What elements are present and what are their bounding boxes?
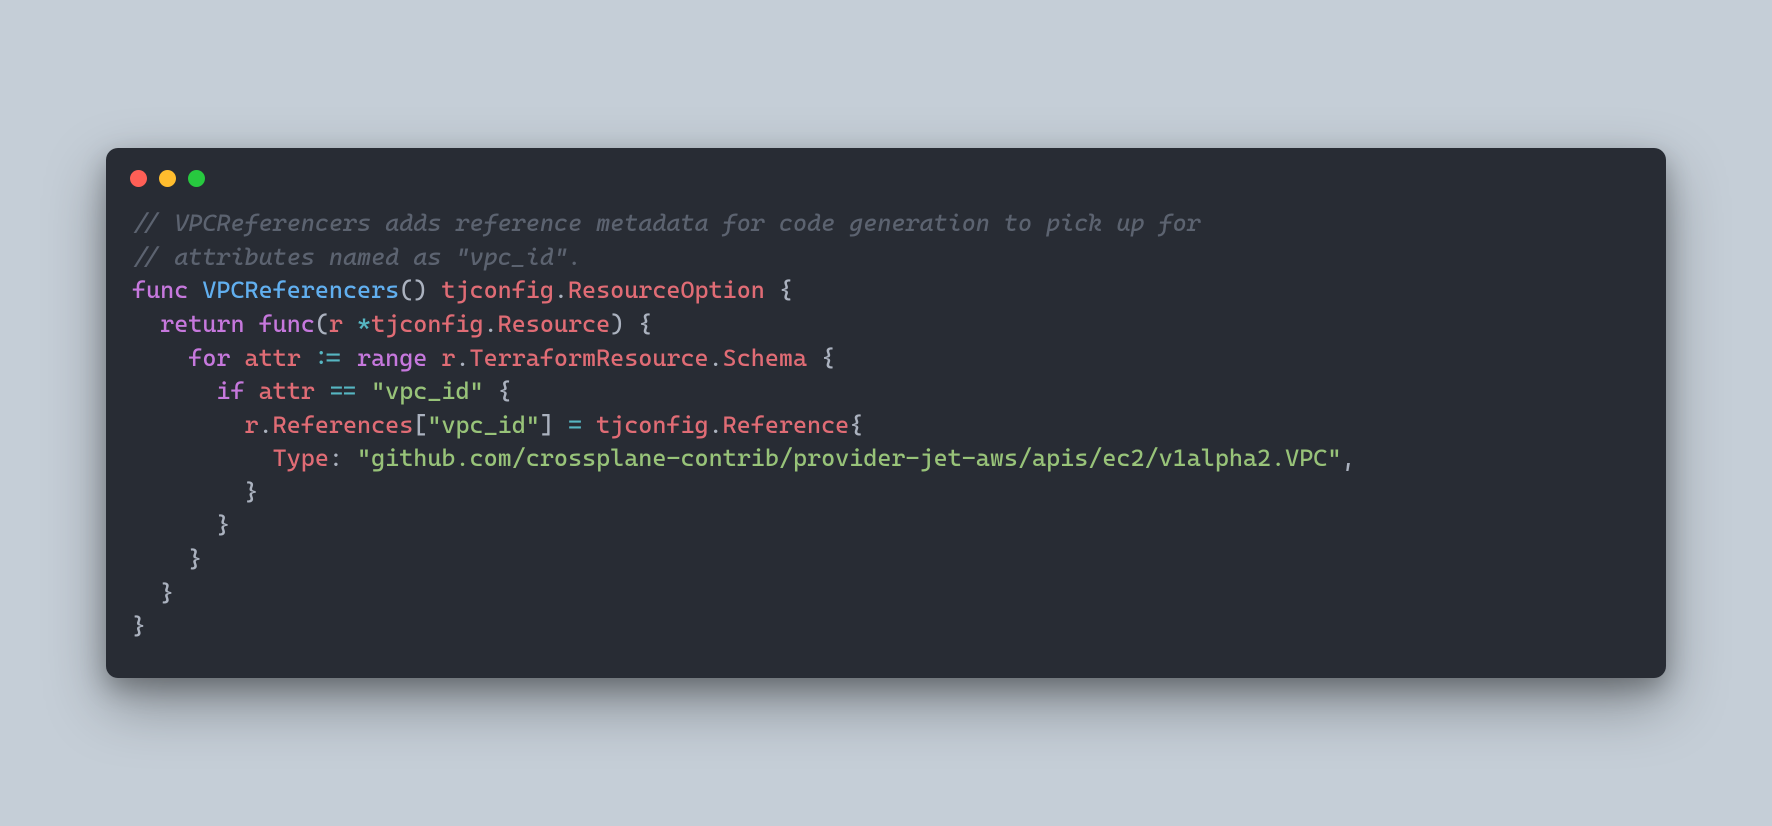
brace-close: } [132, 545, 202, 573]
minimize-icon[interactable] [159, 170, 176, 187]
paren: ( [399, 276, 413, 304]
identifier: attr [259, 377, 315, 405]
dot: . [709, 344, 723, 372]
close-icon[interactable] [130, 170, 147, 187]
code-window: // VPCReferencers adds reference metadat… [106, 148, 1666, 678]
space [245, 377, 259, 405]
dot: . [554, 276, 568, 304]
comma: , [1341, 444, 1355, 472]
space [315, 377, 329, 405]
brace-close: } [132, 612, 146, 640]
space [357, 377, 371, 405]
identifier: attr [245, 344, 301, 372]
string-literal: "vpc_id" [427, 411, 540, 439]
dot: . [259, 411, 273, 439]
star: * [357, 310, 371, 338]
space [427, 276, 441, 304]
package-name: tjconfig [371, 310, 484, 338]
space [230, 344, 244, 372]
bracket: ] [540, 411, 554, 439]
space [343, 444, 357, 472]
type-name: ResourceOption [568, 276, 765, 304]
indent [132, 344, 188, 372]
brace-close: } [132, 478, 259, 506]
indent [132, 444, 273, 472]
indent [132, 377, 216, 405]
type-name: Resource [498, 310, 611, 338]
space [301, 344, 315, 372]
property: Schema [723, 344, 807, 372]
brace: { [624, 310, 652, 338]
property: TerraformResource [470, 344, 709, 372]
keyword-if: if [216, 377, 244, 405]
field-name: Type [273, 444, 329, 472]
brace: { [807, 344, 835, 372]
brace: { [484, 377, 512, 405]
keyword-func: func [132, 276, 188, 304]
dot: . [709, 411, 723, 439]
identifier: r [245, 411, 259, 439]
package-name: tjconfig [441, 276, 554, 304]
keyword-range: range [357, 344, 427, 372]
paren: ) [413, 276, 427, 304]
paren: ( [315, 310, 329, 338]
comment-line: // attributes named as "vpc_id". [132, 243, 582, 271]
identifier: r [441, 344, 455, 372]
brace: { [765, 276, 793, 304]
string-literal: "vpc_id" [371, 377, 484, 405]
package-name: tjconfig [596, 411, 709, 439]
function-name: VPCReferencers [202, 276, 399, 304]
space [554, 411, 568, 439]
colon: : [329, 444, 343, 472]
dot: . [455, 344, 469, 372]
brace-close: } [132, 511, 230, 539]
keyword-func: func [259, 310, 315, 338]
space [582, 411, 596, 439]
property: References [273, 411, 414, 439]
string-literal: "github.com/crossplane-contrib/provider-… [357, 444, 1341, 472]
space [188, 276, 202, 304]
operator: == [329, 377, 357, 405]
space [427, 344, 441, 372]
indent [132, 411, 245, 439]
bracket: [ [413, 411, 427, 439]
comment-line: // VPCReferencers adds reference metadat… [132, 209, 1201, 237]
keyword-for: for [188, 344, 230, 372]
maximize-icon[interactable] [188, 170, 205, 187]
paren: ) [610, 310, 624, 338]
window-titlebar [106, 148, 1666, 197]
indent [132, 310, 160, 338]
operator: = [568, 411, 582, 439]
code-block: // VPCReferencers adds reference metadat… [106, 197, 1666, 678]
operator: := [315, 344, 343, 372]
space [343, 344, 357, 372]
dot: . [484, 310, 498, 338]
type-name: Reference [723, 411, 850, 439]
keyword-return: return [160, 310, 244, 338]
brace-close: } [132, 579, 174, 607]
brace: { [849, 411, 863, 439]
space [343, 310, 357, 338]
param: r [329, 310, 343, 338]
space [245, 310, 259, 338]
